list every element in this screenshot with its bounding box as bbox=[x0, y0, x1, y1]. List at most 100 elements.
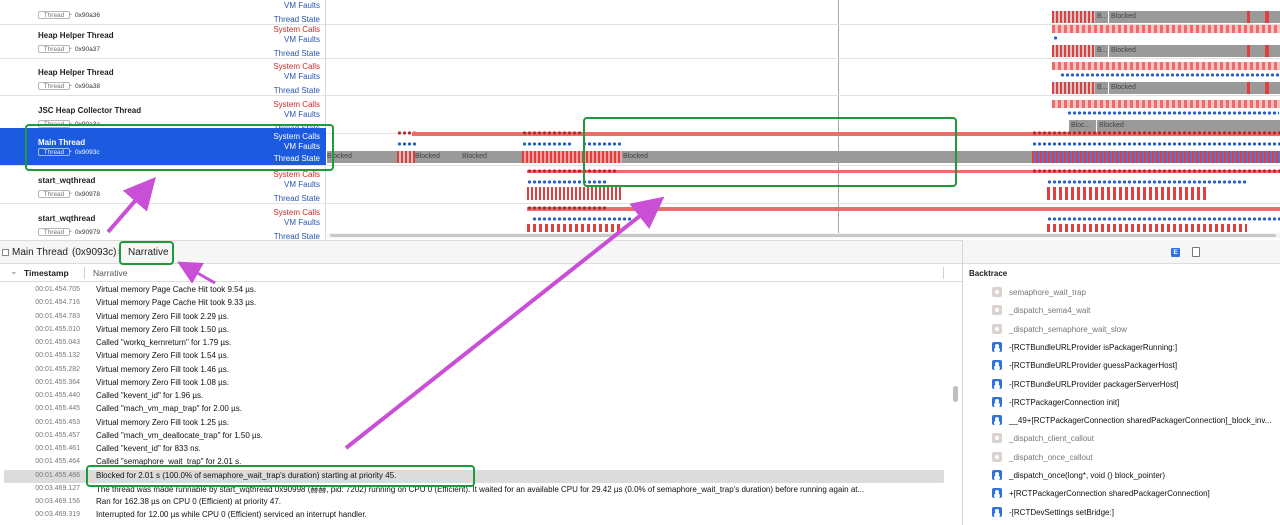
lane-label-system-calls: System Calls bbox=[273, 208, 320, 217]
narrative-row[interactable]: 00:01.454.705 Virtual memory Page Cache H… bbox=[0, 284, 950, 297]
narrative-vertical-scrollbar[interactable] bbox=[953, 386, 958, 402]
narrative-row[interactable]: 00:01.454.783 Virtual memory Zero Fill to… bbox=[0, 311, 950, 324]
user-code-icon bbox=[992, 396, 1002, 407]
blocked-label: Blocked bbox=[1111, 47, 1136, 54]
thread-type-button[interactable]: Thread bbox=[38, 190, 70, 198]
thread-type-button[interactable]: Thread bbox=[38, 45, 70, 53]
narrative-table[interactable]: 00:01.454.705 Virtual memory Page Cache H… bbox=[0, 284, 950, 525]
narrative-row[interactable]: 00:01.455.364 Virtual memory Zero Fill to… bbox=[0, 377, 950, 390]
backtrace-frame[interactable]: -[RCTBundleURLProvider isPackagerRunning… bbox=[992, 340, 1280, 355]
vm-fault-dots bbox=[522, 142, 572, 146]
thread-name: Heap Helper Thread bbox=[38, 31, 114, 40]
row-narrative-text: Called "workq_kernreturn" for 1.79 µs. bbox=[96, 338, 232, 347]
track-label[interactable]: Thread⌄0x90a36System CallsVM FaultsThrea… bbox=[0, 0, 326, 24]
blocked-label: Blocked bbox=[1111, 13, 1136, 20]
thread-name: start_wqthread bbox=[38, 214, 96, 223]
system-library-icon bbox=[992, 323, 1002, 334]
blocked-label: B... bbox=[1097, 13, 1108, 20]
chevron-down-icon[interactable]: ⌄ bbox=[68, 10, 73, 17]
column-divider[interactable] bbox=[84, 267, 85, 279]
thread-track[interactable]: Heap Helper Thread Thread ⌄ 0x90a37 System C… bbox=[0, 21, 1280, 59]
column-timestamp[interactable]: Timestamp bbox=[24, 268, 69, 278]
backtrace-frame[interactable]: _dispatch_once_callout bbox=[992, 450, 1280, 465]
track-label[interactable]: Heap Helper Thread Thread ⌄ 0x90a37 System C… bbox=[0, 21, 326, 58]
track-label[interactable]: Heap Helper Thread Thread ⌄ 0x90a38 System C… bbox=[0, 58, 326, 95]
backtrace-frame[interactable]: -[RCTDevSettings setBridge:] bbox=[992, 505, 1280, 520]
row-timestamp: 00:01.454.705 bbox=[35, 286, 80, 293]
backtrace-frame[interactable]: _dispatch_sema4_wait bbox=[992, 303, 1280, 318]
backtrace-frame[interactable]: __49+[RCTPackagerConnection sharedPackag… bbox=[992, 413, 1280, 428]
column-narrative[interactable]: Narrative bbox=[93, 268, 127, 278]
narrative-row[interactable]: 00:01.455.461 Called "kevent_id" for 833 … bbox=[0, 443, 950, 456]
thread-type-button[interactable]: Thread bbox=[38, 228, 70, 236]
blocked-label: B... bbox=[1097, 84, 1108, 91]
narrative-row[interactable]: 00:01.455.445 Called "mach_vm_map_trap" f… bbox=[0, 403, 950, 416]
backtrace-frame[interactable]: _dispatch_semaphore_wait_slow bbox=[992, 322, 1280, 337]
track-label[interactable]: start_wqthread Thread ⌄ 0x90978 System Calls… bbox=[0, 166, 326, 203]
backtrace-frame[interactable]: -[RCTBundleURLProvider guessPackagerHost… bbox=[992, 358, 1280, 373]
thread-name: JSC Heap Collector Thread bbox=[38, 106, 142, 115]
chevron-down-icon[interactable]: ⌄ bbox=[68, 189, 73, 196]
row-narrative-text: Called "kevent_id" for 1.96 µs. bbox=[96, 391, 204, 400]
narrative-row[interactable]: 00:01.455.132 Virtual memory Zero Fill to… bbox=[0, 350, 950, 363]
row-narrative-text: Called "kevent_id" for 833 ns. bbox=[96, 444, 201, 453]
row-narrative-text: Virtual memory Zero Fill took 1.08 µs. bbox=[96, 377, 229, 387]
vm-fault-dots bbox=[397, 142, 417, 146]
syscall-bar bbox=[1052, 100, 1280, 108]
backtrace-frame-label: -[RCTDevSettings setBridge:] bbox=[1009, 507, 1114, 517]
narrative-row[interactable]: 00:01.455.010 Virtual memory Zero Fill to… bbox=[0, 324, 950, 337]
thread-type-button[interactable]: Thread bbox=[38, 11, 70, 19]
row-timestamp: 00:01.455.282 bbox=[35, 365, 80, 373]
syscall-dots bbox=[1032, 131, 1280, 135]
row-timestamp: 00:03.469.156 bbox=[35, 498, 80, 505]
narrative-row[interactable]: 00:01.455.440 Called "kevent_id" for 1.96… bbox=[0, 390, 950, 403]
column-divider[interactable] bbox=[943, 267, 944, 279]
thread-track[interactable]: Heap Helper Thread Thread ⌄ 0x90a38 System C… bbox=[0, 58, 1280, 96]
chevron-down-icon[interactable]: ⌄ bbox=[68, 44, 73, 51]
lane-label-thread-state: Thread State bbox=[273, 49, 320, 58]
thread-state-running bbox=[1032, 151, 1280, 163]
document-icon[interactable] bbox=[1192, 247, 1200, 257]
vm-fault-dots bbox=[1053, 36, 1057, 40]
lane-label-vm-faults: VM Faults bbox=[283, 180, 320, 189]
narrative-row[interactable]: 00:01.455.457 Called "mach_vm_deallocate_… bbox=[0, 430, 950, 443]
track-lanes[interactable]: B... Blocked bbox=[327, 21, 1280, 58]
track-lanes[interactable]: B... Blocked bbox=[327, 0, 1280, 24]
breadcrumb-thread[interactable]: Main Thread bbox=[12, 247, 68, 258]
backtrace-frame[interactable]: -[RCTPackagerConnection init] bbox=[992, 395, 1280, 410]
backtrace-frame-label: _dispatch_sema4_wait bbox=[1009, 306, 1091, 316]
row-timestamp: 00:01.454.716 bbox=[35, 299, 80, 307]
sort-chevron-icon[interactable]: ⌄ bbox=[10, 266, 18, 277]
backtrace-frame[interactable]: _dispatch_once(long*, void () block_poin… bbox=[992, 468, 1280, 483]
narrative-row[interactable]: 00:03.469.319 Interrupted for 12.00 µs wh… bbox=[0, 509, 950, 522]
narrative-row[interactable]: 00:01.455.043 Called "workq_kernreturn" f… bbox=[0, 337, 950, 350]
user-code-icon bbox=[992, 506, 1002, 517]
vm-fault-dots bbox=[532, 217, 632, 221]
lane-label-vm-faults: VM Faults bbox=[283, 110, 320, 119]
backtrace-frame[interactable]: _dispatch_client_callout bbox=[992, 431, 1280, 446]
track-lanes[interactable] bbox=[327, 204, 1280, 240]
row-timestamp: 00:01.455.457 bbox=[35, 431, 80, 439]
chevron-down-icon[interactable]: ⌄ bbox=[68, 227, 73, 234]
backtrace-frame[interactable]: semaphore_wait_trap bbox=[992, 285, 1280, 300]
backtrace-frame[interactable]: -[RCTBundleURLProvider packagerServerHos… bbox=[992, 377, 1280, 392]
extended-detail-icon[interactable]: E bbox=[1171, 248, 1180, 257]
narrative-row[interactable]: 00:01.455.282 Virtual memory Zero Fill to… bbox=[0, 364, 950, 377]
narrative-row[interactable]: 00:01.454.716 Virtual memory Page Cache H… bbox=[0, 297, 950, 310]
narrative-row[interactable]: 00:03.469.156 Ran for 162.38 µs on CPU 0 … bbox=[0, 496, 950, 509]
backtrace-frame[interactable]: +[RCTPackagerConnection sharedPackagerCo… bbox=[992, 486, 1280, 501]
user-code-icon bbox=[992, 360, 1002, 371]
breadcrumb-thread-id[interactable]: (0x9093c) bbox=[72, 247, 116, 258]
narrative-row[interactable]: 00:01.455.453 Virtual memory Zero Fill to… bbox=[0, 417, 950, 430]
track-label[interactable]: start_wqthread Thread ⌄ 0x90979 System Calls… bbox=[0, 204, 326, 240]
track-lanes[interactable]: B... Blocked bbox=[327, 58, 1280, 95]
blocked-label: Blocked bbox=[415, 153, 440, 160]
chevron-down-icon[interactable]: ⌄ bbox=[68, 81, 73, 88]
syscall-dots bbox=[522, 131, 582, 135]
row-timestamp: 00:01.455.132 bbox=[35, 352, 80, 360]
annotation-box-blocked-row bbox=[86, 465, 475, 487]
row-timestamp: 00:01.455.464 bbox=[35, 458, 80, 466]
thread-type-button[interactable]: Thread bbox=[38, 82, 70, 90]
row-narrative-text: Ran for 162.38 µs on CPU 0 (Efficient) a… bbox=[96, 497, 281, 506]
thread-track[interactable]: start_wqthread Thread ⌄ 0x90979 System Calls… bbox=[0, 204, 1280, 240]
